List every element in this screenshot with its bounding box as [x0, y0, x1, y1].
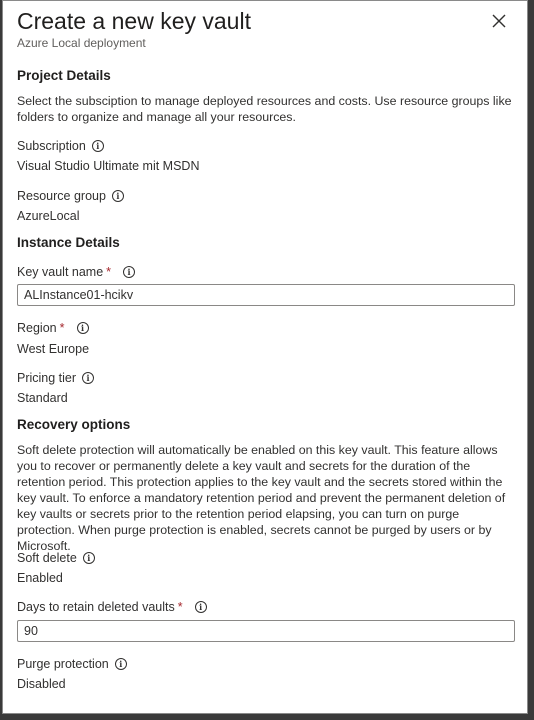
pricing-tier-label-text: Pricing tier [17, 371, 77, 385]
required-marker: * [59, 321, 65, 335]
info-icon[interactable]: i [91, 140, 104, 152]
pricing-tier-value: Standard [17, 391, 68, 405]
required-marker: * [106, 265, 112, 279]
days-to-retain-label: Days to retain deleted vaults * i [17, 599, 207, 615]
soft-delete-value: Enabled [17, 571, 63, 585]
required-marker: * [177, 600, 183, 614]
page-title: Create a new key vault [17, 8, 251, 34]
key-vault-name-input[interactable] [17, 284, 515, 306]
recovery-options-description: Soft delete protection will automaticall… [17, 443, 506, 553]
info-icon[interactable]: i [194, 601, 207, 613]
soft-delete-label-text: Soft delete [17, 551, 77, 565]
resource-group-value: AzureLocal [17, 209, 80, 223]
purge-protection-label-text: Purge protection [17, 657, 109, 671]
region-label-text: Region [17, 321, 57, 335]
project-details-description: Select the subsciption to manage deploye… [17, 94, 512, 124]
subscription-value: Visual Studio Ultimate mit MSDN [17, 159, 200, 173]
info-icon[interactable]: i [111, 190, 124, 202]
create-key-vault-panel: Create a new key vault Azure Local deplo… [2, 0, 528, 714]
resource-group-label-text: Resource group [17, 189, 106, 203]
key-vault-name-label-text: Key vault name [17, 265, 104, 279]
project-details-heading: Project Details [17, 68, 111, 83]
purge-protection-value: Disabled [17, 677, 66, 691]
region-value: West Europe [17, 342, 90, 356]
subscription-label: Subscription i [17, 138, 104, 154]
info-icon[interactable]: i [114, 658, 127, 670]
region-label: Region * i [17, 320, 89, 336]
instance-details-heading: Instance Details [17, 235, 120, 250]
soft-delete-label: Soft delete i [17, 550, 95, 566]
recovery-options-heading: Recovery options [17, 417, 131, 432]
close-icon [492, 14, 506, 28]
subscription-label-text: Subscription [17, 139, 86, 153]
key-vault-name-label: Key vault name * i [17, 264, 136, 280]
resource-group-label: Resource group i [17, 188, 124, 204]
days-to-retain-input[interactable] [17, 620, 515, 642]
days-to-retain-label-text: Days to retain deleted vaults [17, 600, 175, 614]
info-icon[interactable]: i [123, 266, 136, 278]
pricing-tier-label: Pricing tier i [17, 370, 95, 386]
page-subtitle: Azure Local deployment [17, 36, 146, 50]
purge-protection-label: Purge protection i [17, 656, 127, 672]
info-icon[interactable]: i [82, 552, 95, 564]
info-icon[interactable]: i [76, 322, 89, 334]
close-button[interactable] [489, 11, 509, 31]
info-icon[interactable]: i [82, 372, 95, 384]
